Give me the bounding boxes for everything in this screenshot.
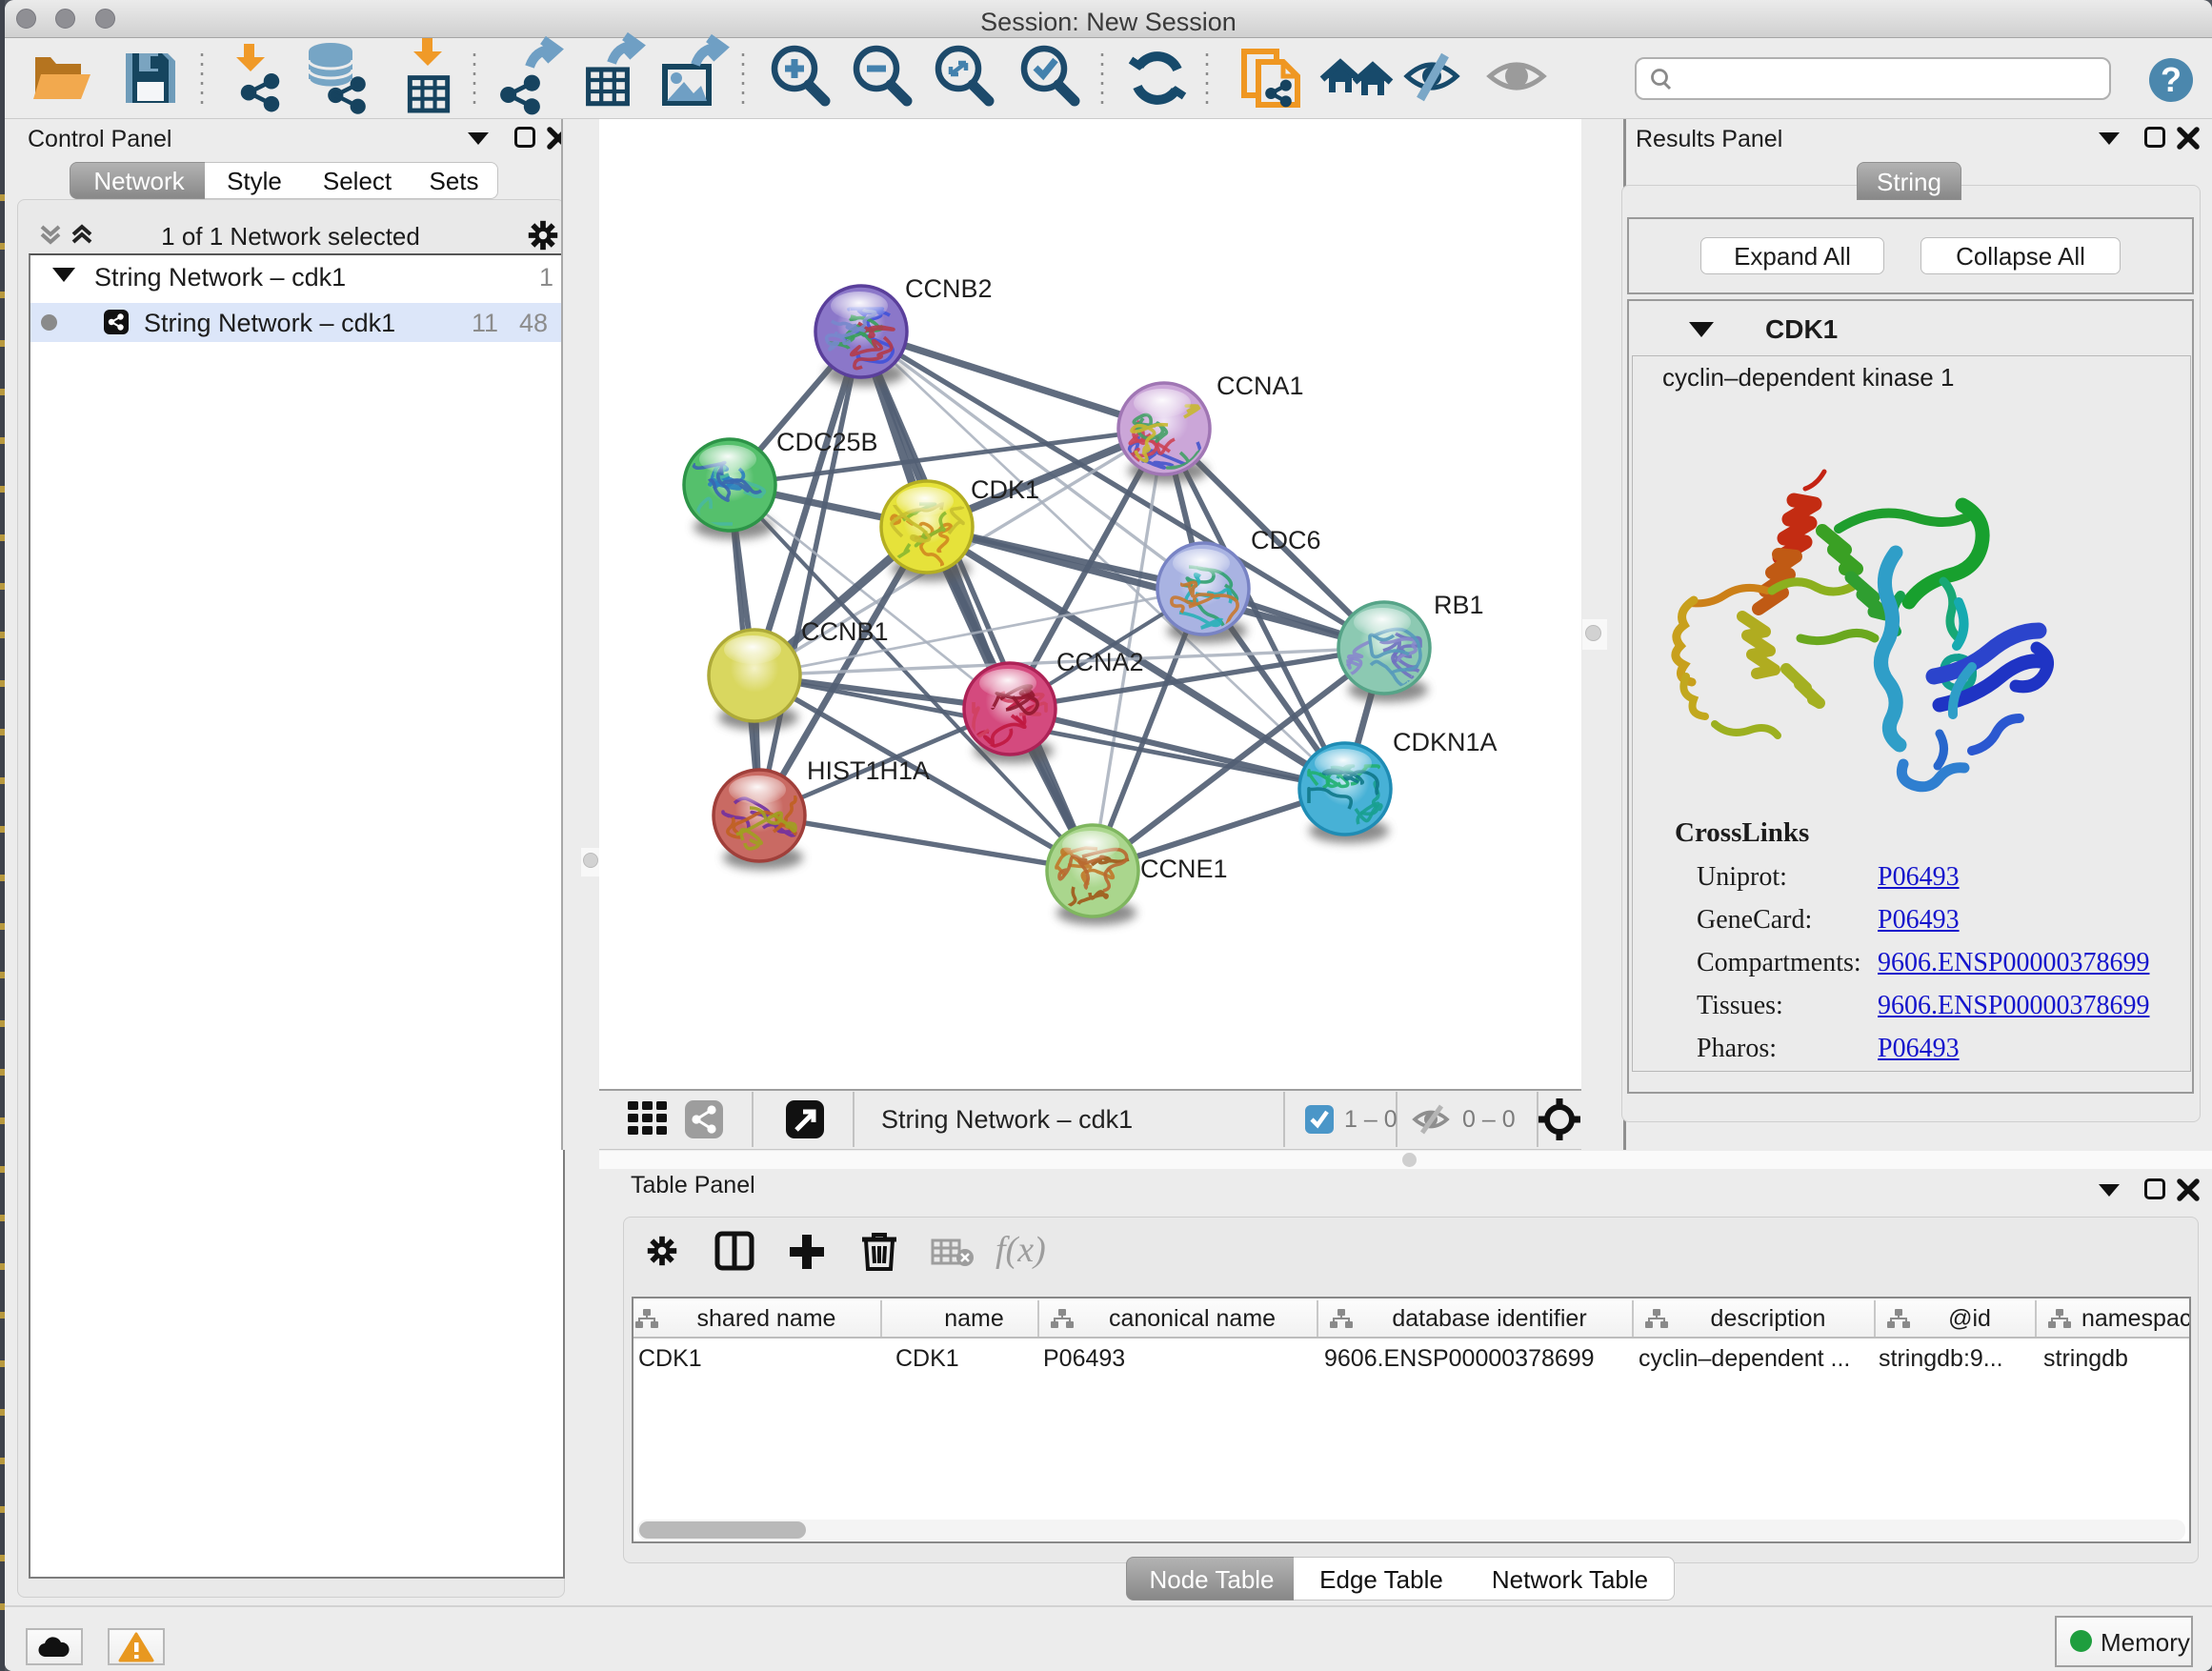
svg-text:CDC25B: CDC25B	[776, 428, 878, 456]
svg-text:RB1: RB1	[1434, 591, 1484, 619]
svg-text:String Network – cdk1: String Network – cdk1	[881, 1105, 1133, 1134]
svg-text:CDKN1A: CDKN1A	[1393, 728, 1498, 756]
svg-text:CCNB2: CCNB2	[905, 274, 993, 303]
svg-text:CCNA2: CCNA2	[1056, 648, 1144, 676]
svg-text:CCNB1: CCNB1	[801, 617, 889, 646]
svg-text:1 – 0: 1 – 0	[1344, 1106, 1398, 1133]
svg-text:HIST1H1A: HIST1H1A	[807, 756, 930, 785]
svg-text:?: ?	[2161, 60, 2182, 99]
svg-text:CDC6: CDC6	[1251, 526, 1321, 554]
svg-text:CCNA1: CCNA1	[1217, 372, 1304, 400]
svg-text:CDK1: CDK1	[971, 475, 1039, 504]
svg-text:0 – 0: 0 – 0	[1462, 1106, 1516, 1133]
svg-text:CCNE1: CCNE1	[1140, 855, 1228, 883]
